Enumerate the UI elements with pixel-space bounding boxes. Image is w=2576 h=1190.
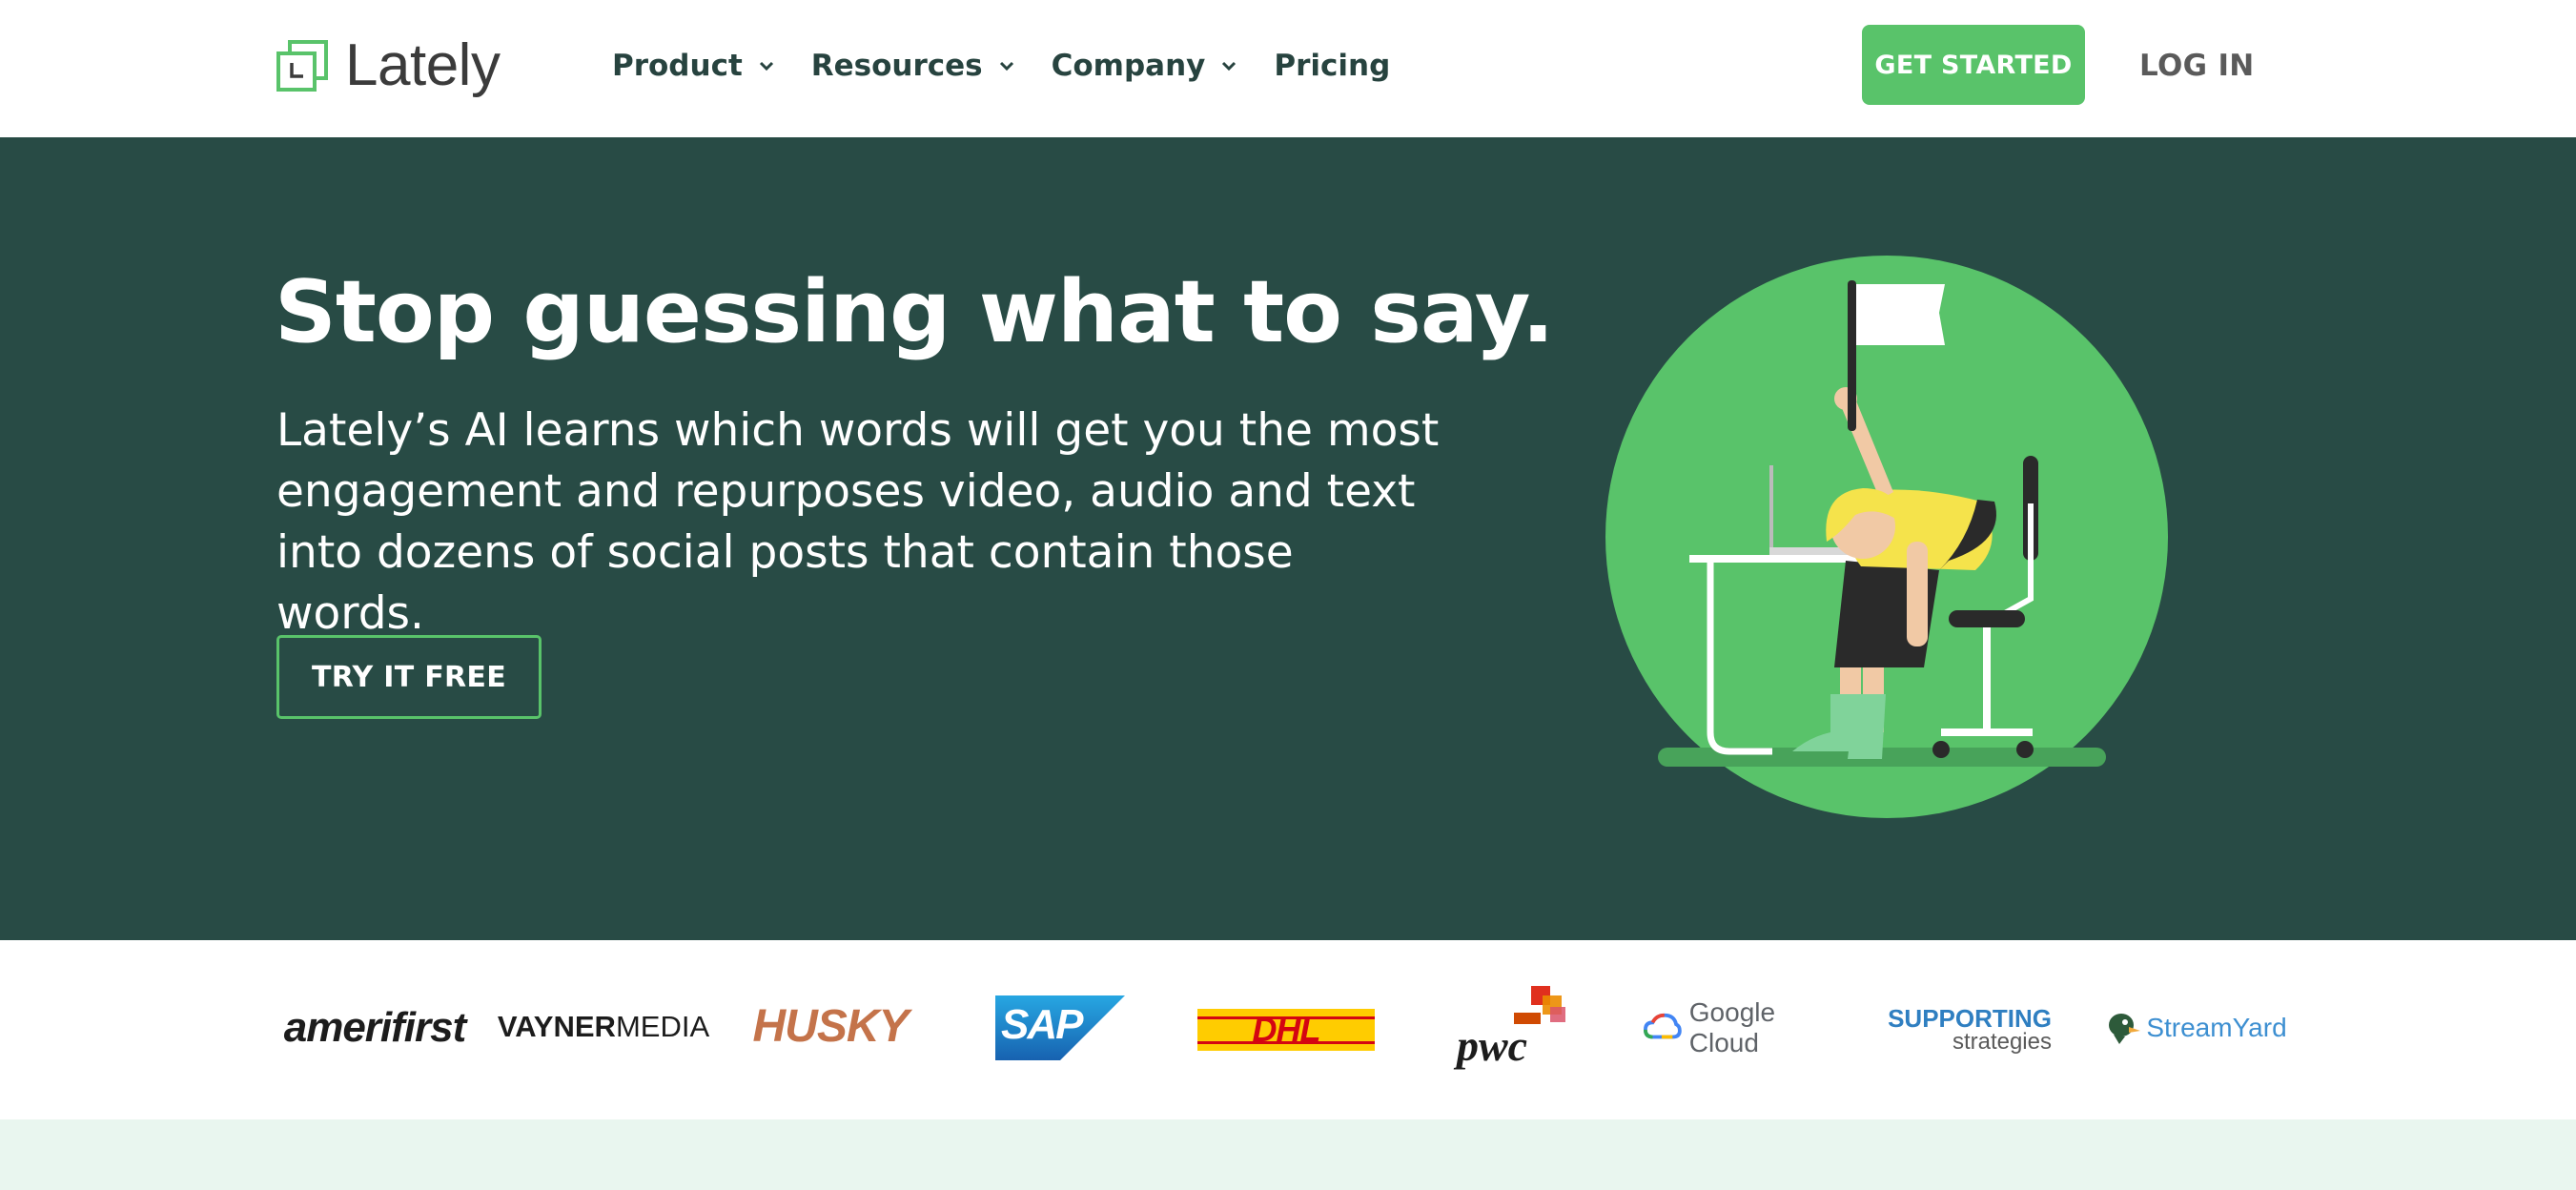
google-cloud-logo: Google Cloud [1644, 997, 1844, 1057]
vaynermedia-logo: VAYNER MEDIA [498, 1003, 709, 1051]
husky-text: HUSKY [752, 1000, 909, 1052]
hero-illustration [1605, 256, 2168, 818]
husky-logo: HUSKY [740, 997, 921, 1055]
chevron-down-icon [999, 61, 1013, 72]
hero-section: Stop guessing what to say. Lately’s AI l… [0, 137, 2576, 940]
streamyard-icon [2109, 1014, 2141, 1044]
nav-company-label: Company [1051, 49, 1206, 83]
google-cloud-icon [1644, 1013, 1682, 1039]
nav-pricing-label: Pricing [1274, 49, 1391, 83]
chevron-down-icon [1222, 61, 1237, 72]
nav-product-label: Product [612, 49, 743, 83]
logo-text: Lately [345, 32, 501, 98]
hero-subtitle: Lately’s AI learns which words will get … [276, 404, 1440, 640]
hero-title: Stop guessing what to say. [275, 262, 1554, 362]
dhl-logo: DHL [1197, 1009, 1375, 1051]
next-section-band [0, 1119, 2576, 1190]
sap-logo: SAP [995, 995, 1125, 1060]
media-text: MEDIA [615, 1010, 710, 1043]
lately-logo-icon [276, 40, 328, 92]
amerifirst-logo: amerifirst [275, 1001, 475, 1055]
pwc-logo: pwc [1453, 986, 1577, 1070]
sap-text: SAP [1001, 1001, 1083, 1048]
try-it-free-button[interactable]: TRY IT FREE [276, 635, 542, 719]
login-link[interactable]: LOG IN [2139, 42, 2255, 90]
strategies-text: strategies [1952, 1029, 2052, 1055]
amerifirst-text: amerifirst [283, 1004, 467, 1051]
streamyard-logo: StreamYard [2101, 1007, 2290, 1049]
nav-company[interactable]: Company [1052, 49, 1238, 83]
main-nav: Product Resources Company Pricing [612, 42, 1390, 90]
site-header: Lately Product Resources Company Pricing… [0, 0, 2576, 137]
customer-logos: amerifirst VAYNER MEDIA HUSKY SAP DHL pwc [0, 940, 2576, 1119]
supporting-text: SUPPORTING [1888, 1004, 2052, 1033]
get-started-button[interactable]: GET STARTED [1862, 25, 2085, 105]
nav-resources[interactable]: Resources [811, 49, 1015, 83]
vayner-text: VAYNER [497, 1010, 616, 1043]
streamyard-text: StreamYard [2146, 1013, 2287, 1042]
nav-resources-label: Resources [810, 49, 983, 83]
dhl-text: DHL [1252, 1010, 1321, 1049]
pwc-text: pwc [1457, 1021, 1528, 1070]
chevron-down-icon [759, 61, 773, 72]
google-cloud-text: Google Cloud [1688, 997, 1776, 1057]
nav-product[interactable]: Product [612, 49, 775, 83]
nav-pricing[interactable]: Pricing [1274, 49, 1390, 83]
supporting-strategies-logo: SUPPORTING strategies [1878, 1005, 2052, 1055]
lately-logo[interactable]: Lately [276, 32, 501, 99]
